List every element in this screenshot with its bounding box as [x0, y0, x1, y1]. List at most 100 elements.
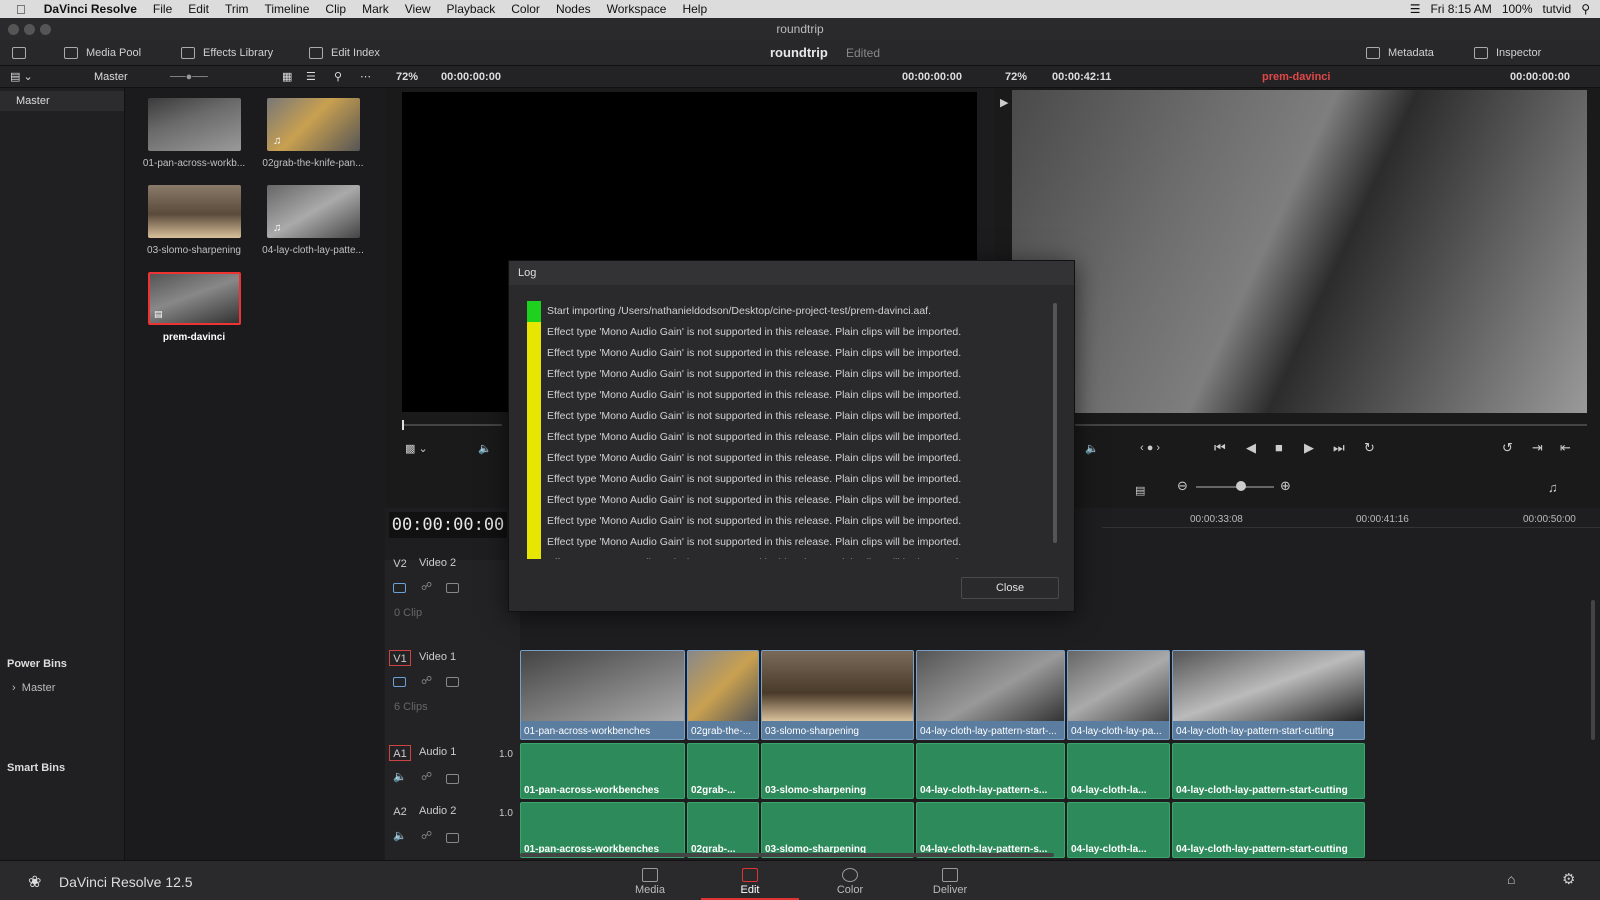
track-id-a1[interactable]: A1: [389, 745, 411, 761]
clip-thumbnail[interactable]: [148, 98, 241, 151]
menubar-clock[interactable]: Fri 8:15 AM: [1430, 2, 1491, 16]
stop-icon[interactable]: ■: [1275, 440, 1283, 455]
jog-icon[interactable]: ‹ ● ›: [1140, 442, 1160, 454]
timeline-audio-clip[interactable]: 02grab-...: [687, 743, 759, 799]
timeline-audio-clip[interactable]: 04-lay-cloth-la...: [1067, 802, 1170, 858]
timeline-view-icon[interactable]: ▤: [1135, 484, 1145, 497]
timeline-horizontal-scrollbar[interactable]: [520, 853, 1054, 857]
battery-percent[interactable]: 100%: [1502, 2, 1533, 16]
track-id-v2[interactable]: V2: [389, 556, 411, 572]
track-video-icon[interactable]: [393, 677, 406, 687]
timeline-audio-clip[interactable]: 01-pan-across-workbenches: [520, 802, 685, 858]
menu-app[interactable]: DaVinci Resolve: [36, 2, 145, 16]
clip-thumbnail[interactable]: ♫: [267, 98, 360, 151]
menu-playback[interactable]: Playback: [439, 2, 504, 16]
menu-clip[interactable]: Clip: [317, 2, 354, 16]
spotlight-icon[interactable]: ⚲: [1581, 2, 1590, 16]
track-id-v1[interactable]: V1: [389, 650, 411, 666]
timeline-audio-clip[interactable]: 04-lay-cloth-lay-pattern-s...: [916, 743, 1065, 799]
loop-icon[interactable]: ↻: [1364, 440, 1375, 456]
menu-nodes[interactable]: Nodes: [548, 2, 599, 16]
go-to-start-icon[interactable]: ⏮: [1214, 440, 1226, 456]
lock-icon[interactable]: ☍: [421, 674, 432, 687]
more-options-icon[interactable]: ⋯: [360, 66, 371, 88]
timeline-video-clip[interactable]: 04-lay-cloth-lay-pa...: [1067, 650, 1170, 740]
source-volume-icon[interactable]: 🔈: [478, 442, 492, 455]
audio-meter-icon[interactable]: ♫: [1548, 480, 1558, 495]
zoom-window-icon[interactable]: [40, 24, 51, 35]
source-playhead[interactable]: [402, 420, 404, 430]
timeline-zoom-handle[interactable]: [1236, 481, 1246, 491]
page-tab-media[interactable]: Media: [601, 860, 699, 900]
timeline-video-clip[interactable]: 01-pan-across-workbenches: [520, 650, 685, 740]
log-entry-list[interactable]: Start importing /Users/nathanieldodson/D…: [527, 301, 1037, 559]
page-tab-color[interactable]: Color: [801, 860, 899, 900]
menu-edit[interactable]: Edit: [180, 2, 217, 16]
timeline-video-clip[interactable]: 02grab-the-...: [687, 650, 759, 740]
program-viewer-image[interactable]: [1012, 90, 1587, 413]
next-edit-icon[interactable]: ⇥: [1532, 440, 1543, 456]
viewer-arrow-icon[interactable]: ▶: [1000, 96, 1008, 109]
bin-master[interactable]: Master: [0, 91, 124, 111]
clip-thumbnail[interactable]: [148, 185, 241, 238]
track-video-icon[interactable]: [393, 583, 406, 593]
prev-edit-icon[interactable]: ⇤: [1560, 440, 1571, 456]
source-scrubber[interactable]: [402, 424, 502, 426]
metadata-button[interactable]: Metadata: [1366, 40, 1434, 66]
menu-trim[interactable]: Trim: [217, 2, 257, 16]
auto-select-icon[interactable]: [446, 583, 459, 593]
lock-icon[interactable]: ☍: [421, 829, 432, 842]
play-reverse-icon[interactable]: ◀: [1246, 440, 1256, 456]
source-zoom[interactable]: 72%: [396, 66, 418, 88]
inspector-button[interactable]: Inspector: [1474, 40, 1541, 66]
timeline-audio-clip[interactable]: 04-lay-cloth-la...: [1067, 743, 1170, 799]
program-volume-icon[interactable]: 🔈: [1085, 442, 1099, 455]
track-id-a2[interactable]: A2: [389, 804, 411, 820]
user-name[interactable]: tutvid: [1543, 2, 1572, 16]
timeline-thumbnail[interactable]: ▤: [148, 272, 241, 325]
gear-icon[interactable]: ⚙: [1562, 870, 1575, 888]
edit-index-button[interactable]: Edit Index: [309, 40, 380, 66]
clip-thumbnail[interactable]: ♫: [267, 185, 360, 238]
menu-mark[interactable]: Mark: [354, 2, 397, 16]
minimize-window-icon[interactable]: [24, 24, 35, 35]
page-tab-edit[interactable]: Edit: [701, 860, 799, 900]
lock-icon[interactable]: ☍: [421, 770, 432, 783]
auto-select-icon[interactable]: [446, 833, 459, 843]
list-view-icon[interactable]: ☰: [306, 66, 316, 88]
timeline-vertical-scrollbar[interactable]: [1591, 600, 1595, 740]
timeline-zoom-slider[interactable]: [1196, 486, 1274, 488]
page-tab-deliver[interactable]: Deliver: [901, 860, 999, 900]
match-frame-icon[interactable]: ↺: [1502, 440, 1513, 456]
auto-select-icon[interactable]: [446, 677, 459, 687]
apple-icon[interactable]: : [0, 2, 36, 17]
timeline-audio-clip[interactable]: 01-pan-across-workbenches: [520, 743, 685, 799]
home-icon[interactable]: ⌂: [1507, 871, 1515, 887]
close-window-icon[interactable]: [8, 24, 19, 35]
close-button[interactable]: Close: [961, 577, 1059, 599]
timeline-audio-clip[interactable]: 04-lay-cloth-lay-pattern-start-cutting: [1172, 802, 1365, 858]
timeline-audio-clip[interactable]: 03-slomo-sharpening: [761, 743, 914, 799]
log-scrollbar[interactable]: [1053, 303, 1057, 543]
menu-timeline[interactable]: Timeline: [257, 2, 318, 16]
timeline-video-clip[interactable]: 04-lay-cloth-lay-pattern-start-cutting: [1172, 650, 1365, 740]
menu-workspace[interactable]: Workspace: [599, 2, 675, 16]
auto-select-icon[interactable]: [446, 774, 459, 784]
zoom-in-icon[interactable]: ⊕: [1280, 478, 1291, 494]
program-zoom[interactable]: 72%: [1005, 66, 1027, 88]
layout-icon[interactable]: [12, 40, 26, 66]
timeline-audio-clip[interactable]: 03-slomo-sharpening: [761, 802, 914, 858]
timeline-video-clip[interactable]: 03-slomo-sharpening: [761, 650, 914, 740]
program-scrubber[interactable]: [1012, 424, 1587, 426]
timeline-selector[interactable]: prem-davinci: [1262, 66, 1330, 88]
wifi-icon[interactable]: ☰: [1410, 2, 1421, 16]
lock-icon[interactable]: ☍: [421, 580, 432, 593]
grid-view-icon[interactable]: ▦: [282, 66, 292, 88]
menu-view[interactable]: View: [397, 2, 439, 16]
timeline-audio-clip[interactable]: 02grab-...: [687, 802, 759, 858]
viewer-mode-icon[interactable]: ▩ ⌄: [405, 442, 428, 455]
thumb-size-slider[interactable]: ──●──: [170, 66, 208, 88]
timeline-audio-clip[interactable]: 04-lay-cloth-lay-pattern-s...: [916, 802, 1065, 858]
menu-file[interactable]: File: [145, 2, 180, 16]
menu-help[interactable]: Help: [674, 2, 715, 16]
